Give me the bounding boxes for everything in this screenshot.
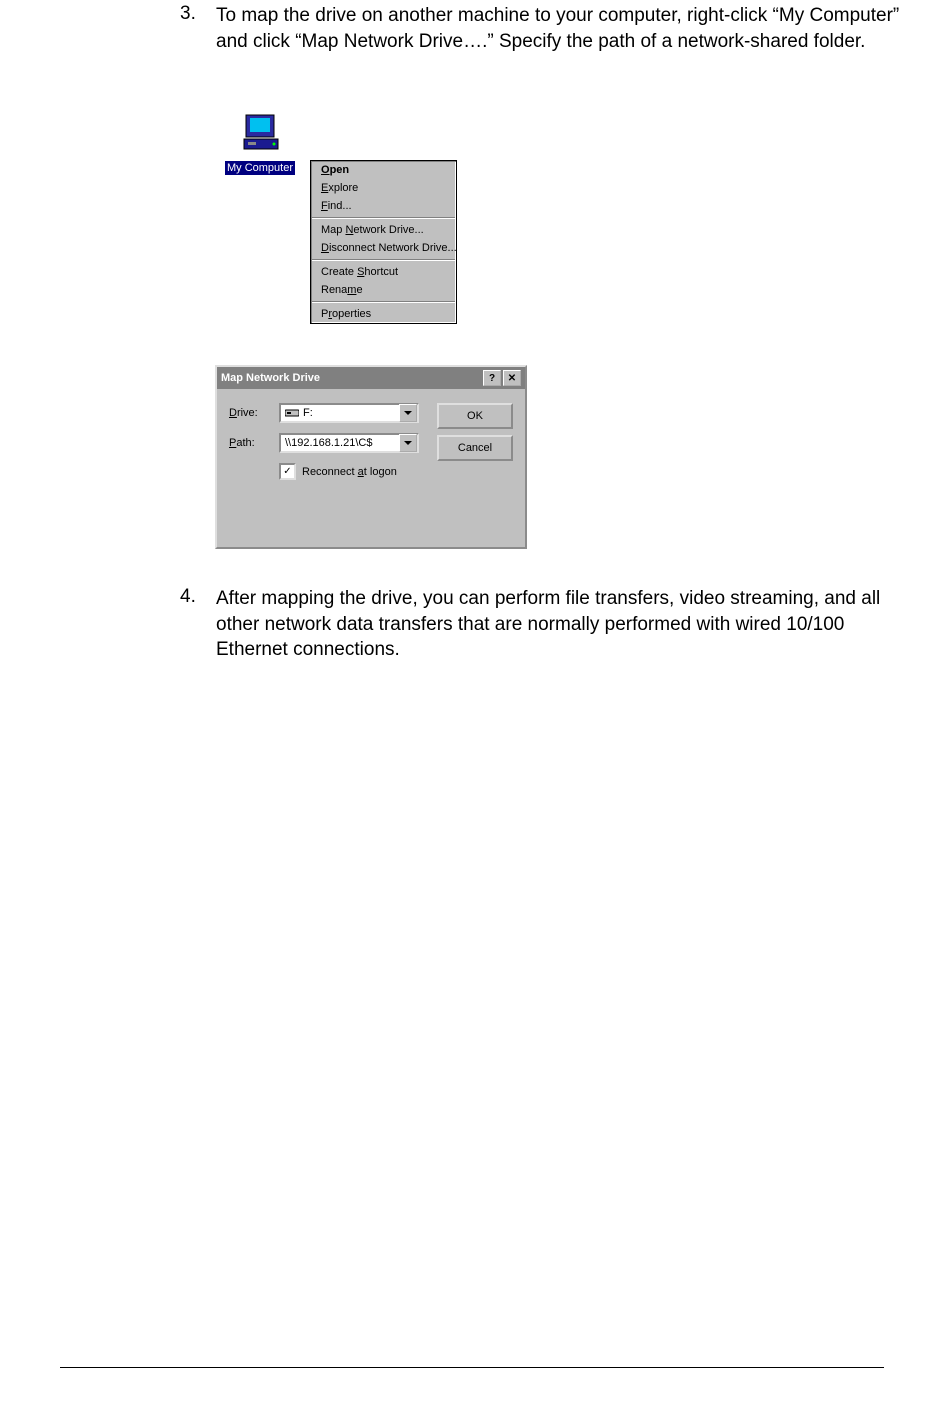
- my-computer-icon-block: My Computer: [215, 109, 305, 176]
- help-button[interactable]: ?: [483, 370, 501, 386]
- step-4-text: After mapping the drive, you can perform…: [216, 586, 906, 663]
- path-value: \\192.168.1.21\C$: [281, 437, 399, 449]
- context-menu: Open Explore Find... Map Network Drive..…: [310, 160, 457, 324]
- menu-item-map-network-drive[interactable]: Map Network Drive...: [311, 221, 456, 239]
- ok-button[interactable]: OK: [437, 403, 513, 429]
- document-page: 3. To map the drive on another machine t…: [0, 0, 944, 1408]
- menu-item-properties[interactable]: Properties: [311, 305, 456, 323]
- chevron-down-icon: [404, 411, 412, 415]
- menu-separator: [312, 301, 455, 303]
- reconnect-row: ✓ Reconnect at logon: [279, 463, 513, 480]
- menu-separator: [312, 217, 455, 219]
- menu-item-open[interactable]: Open: [311, 161, 456, 179]
- list-number-3: 3.: [180, 3, 196, 25]
- footer-separator: [60, 1367, 884, 1368]
- menu-item-disconnect-network-drive[interactable]: Disconnect Network Drive...: [311, 239, 456, 257]
- menu-item-rename[interactable]: Rename: [311, 281, 456, 299]
- path-dropdown-button[interactable]: [399, 434, 417, 452]
- reconnect-checkbox[interactable]: ✓: [279, 463, 296, 480]
- reconnect-label: Reconnect at logon: [302, 466, 397, 478]
- dialog-title-text: Map Network Drive: [221, 372, 481, 384]
- my-computer-label[interactable]: My Computer: [225, 161, 295, 175]
- menu-item-explore[interactable]: Explore: [311, 179, 456, 197]
- dialog-titlebar[interactable]: Map Network Drive ? ✕: [217, 367, 525, 389]
- chevron-down-icon: [404, 441, 412, 445]
- computer-icon: [236, 109, 284, 153]
- drive-dropdown-button[interactable]: [399, 404, 417, 422]
- path-label: Path:: [229, 437, 279, 449]
- path-combobox[interactable]: \\192.168.1.21\C$: [279, 433, 419, 453]
- menu-separator: [312, 259, 455, 261]
- cancel-button[interactable]: Cancel: [437, 435, 513, 461]
- step-3-text: To map the drive on another machine to y…: [216, 3, 906, 54]
- list-number-4: 4.: [180, 586, 196, 608]
- drive-value: F:: [281, 407, 399, 419]
- close-button[interactable]: ✕: [503, 370, 521, 386]
- drive-combobox[interactable]: F:: [279, 403, 419, 423]
- dialog-body: Drive: F: Path: \\192.168.1.21\C$: [217, 389, 525, 547]
- map-network-drive-dialog: Map Network Drive ? ✕ Drive: F:: [215, 365, 527, 549]
- drive-icon: [285, 408, 299, 418]
- drive-label: Drive:: [229, 407, 279, 419]
- menu-item-find[interactable]: Find...: [311, 197, 456, 215]
- menu-item-create-shortcut[interactable]: Create Shortcut: [311, 263, 456, 281]
